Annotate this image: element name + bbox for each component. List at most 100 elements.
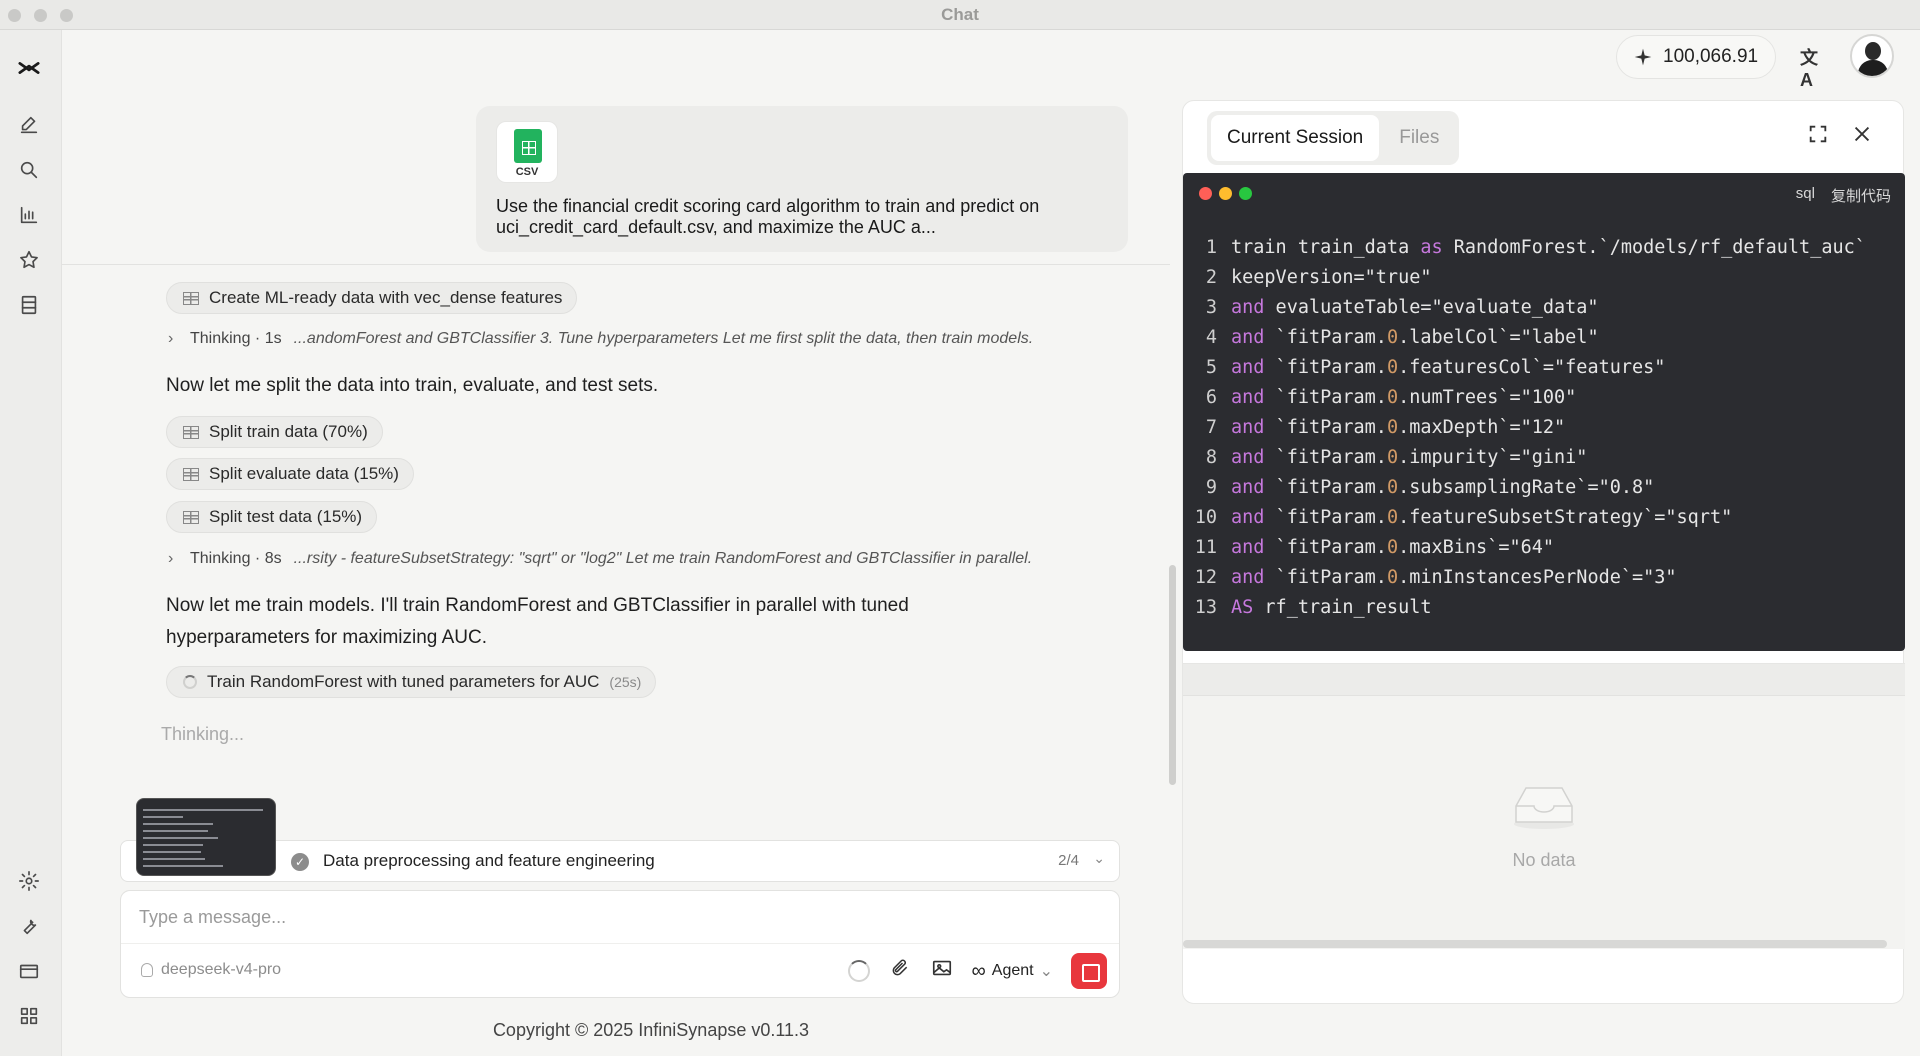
code-line-text: and `fitParam.0.featureSubsetStrategy`="… [1231, 507, 1733, 528]
chevron-right-icon: › [168, 550, 174, 567]
table-icon [183, 425, 199, 439]
line-number: 8 [1205, 447, 1217, 468]
logo-icon[interactable] [16, 55, 42, 81]
copy-code-button[interactable]: 复制代码 [1831, 185, 1891, 206]
chip-label: Split train data (70%) [209, 422, 368, 441]
tool-chip-train[interactable]: Train RandomForest with tuned parameters… [166, 666, 657, 698]
search-icon[interactable] [16, 157, 42, 183]
code-line-text: and `fitParam.0.impurity`="gini" [1231, 447, 1588, 468]
code-line: 2 keepVersion="true" [1183, 263, 1905, 293]
message-composer: deepseek-v4-pro ∞ Agent ⌄ [120, 890, 1120, 998]
chip-duration: (25s) [609, 674, 642, 690]
line-number: 4 [1205, 327, 1217, 348]
check-icon: ✓ [291, 853, 309, 871]
thinking-toggle-1[interactable]: › Thinking · 1s ...andomForest and GBTCl… [168, 330, 1033, 348]
code-line: 4 and `fitParam.0.labelCol`="label" [1183, 323, 1905, 353]
line-number: 9 [1205, 477, 1217, 498]
table-icon[interactable] [16, 292, 42, 318]
loading-spinner-icon [847, 960, 870, 982]
code-line: 6 and `fitParam.0.numTrees`="100" [1183, 383, 1905, 413]
line-number: 6 [1205, 387, 1217, 408]
line-number: 13 [1194, 597, 1217, 618]
window-title: Chat [941, 5, 979, 24]
table-icon [183, 510, 199, 524]
result-header [1183, 664, 1905, 696]
attach-icon[interactable] [888, 958, 912, 984]
code-preview-thumbnail[interactable] [136, 798, 276, 876]
code-line-text: train train_data as RandomForest.`/model… [1231, 237, 1866, 258]
wrench-icon[interactable] [16, 913, 42, 939]
task-label: Data preprocessing and feature engineeri… [323, 851, 655, 870]
line-number: 2 [1205, 267, 1217, 288]
assistant-text-1: Now let me split the data into train, ev… [166, 375, 659, 396]
thinking-snippet: ...andomForest and GBTClassifier 3. Tune… [293, 330, 1034, 347]
new-chat-icon[interactable] [16, 112, 42, 138]
title-bar: Chat [0, 0, 1920, 30]
card-icon[interactable] [16, 958, 42, 984]
translate-icon[interactable]: 文A [1800, 44, 1826, 90]
code-line: 1 train train_data as RandomForest.`/mode… [1183, 233, 1905, 263]
loading-spinner-icon [183, 675, 197, 689]
close-icon[interactable] [1851, 123, 1875, 147]
model-icon [141, 963, 153, 977]
avatar[interactable] [1850, 34, 1894, 78]
code-line-text: and `fitParam.0.minInstancesPerNode`="3" [1231, 567, 1677, 588]
code-line: 3 and evaluateTable="evaluate_data" [1183, 293, 1905, 323]
agent-mode-label: Agent [991, 962, 1034, 979]
tab-current-session[interactable]: Current Session [1211, 115, 1380, 161]
stop-button[interactable] [1071, 953, 1107, 989]
tab-files[interactable]: Files [1383, 115, 1455, 161]
chip-label: Train RandomForest with tuned parameters… [207, 672, 600, 691]
expand-icon[interactable] [1807, 123, 1831, 147]
table-icon [183, 291, 199, 305]
divider [121, 943, 1119, 944]
code-line-text: and `fitParam.0.subsamplingRate`="0.8" [1231, 477, 1655, 498]
image-icon[interactable] [930, 957, 954, 985]
chevron-right-icon: › [168, 330, 174, 347]
thinking-snippet: ...rsity - featureSubsetStrategy: "sqrt"… [293, 550, 1033, 567]
agent-mode-selector[interactable]: ∞ Agent ⌄ [972, 960, 1053, 983]
message-input[interactable] [139, 901, 1099, 933]
line-number: 5 [1205, 357, 1217, 378]
attachment-label: CSV [515, 166, 539, 178]
code-line-text: and `fitParam.0.maxDepth`="12" [1231, 417, 1566, 438]
credits-badge[interactable]: 100,066.91 [1616, 35, 1776, 79]
code-line: 12 and `fitParam.0.minInstancesPerNode`="… [1183, 563, 1905, 593]
code-line: 9 and `fitParam.0.subsamplingRate`="0.8" [1183, 473, 1905, 503]
task-count: 2/4 [1058, 852, 1079, 869]
star-icon[interactable] [16, 247, 42, 273]
model-selector[interactable]: deepseek-v4-pro [141, 961, 281, 979]
chart-icon[interactable] [16, 202, 42, 228]
tool-chip-split-train[interactable]: Split train data (70%) [166, 416, 383, 448]
chip-label: Create ML-ready data with vec_dense feat… [209, 288, 563, 307]
empty-state-label: No data [1512, 850, 1576, 870]
empty-inbox-icon [1514, 787, 1574, 829]
tool-chip-split-evaluate[interactable]: Split evaluate data (15%) [166, 458, 414, 490]
code-line-text: and `fitParam.0.maxBins`="64" [1231, 537, 1555, 558]
tool-chip-create-data[interactable]: Create ML-ready data with vec_dense feat… [166, 282, 578, 314]
code-line-text: and `fitParam.0.labelCol`="label" [1231, 327, 1599, 348]
line-number: 3 [1205, 297, 1217, 318]
user-message-text: Use the financial credit scoring card al… [496, 196, 1040, 237]
code-language: sql [1795, 185, 1815, 202]
assistant-text-2: Now let me train models. I'll train Rand… [166, 595, 909, 648]
thinking-toggle-2[interactable]: › Thinking · 8s ...rsity - featureSubset… [168, 550, 1032, 568]
code-line: 10 and `fitParam.0.featureSubsetStrategy`… [1183, 503, 1905, 533]
code-lines: 1 train train_data as RandomForest.`/mode… [1183, 233, 1905, 623]
settings-icon[interactable] [16, 868, 42, 894]
tool-chip-split-test[interactable]: Split test data (15%) [166, 501, 378, 533]
line-number: 7 [1205, 417, 1217, 438]
result-horizontal-scrollbar[interactable] [1183, 940, 1887, 948]
green-dot [1239, 187, 1252, 200]
code-line: 5 and `fitParam.0.featuresCol`="features" [1183, 353, 1905, 383]
code-line: 11 and `fitParam.0.maxBins`="64" [1183, 533, 1905, 563]
chip-label: Split evaluate data (15%) [209, 464, 399, 483]
chat-scrollbar[interactable] [1169, 565, 1176, 785]
red-dot [1199, 187, 1212, 200]
panel-tabs: Current Session Files [1207, 111, 1460, 165]
divider [62, 264, 1170, 265]
chevron-down-icon[interactable]: ⌄ [1093, 850, 1105, 867]
code-line-text: keepVersion="true" [1231, 267, 1432, 288]
left-sidebar [0, 30, 62, 1056]
csv-attachment[interactable]: CSV [496, 121, 558, 183]
